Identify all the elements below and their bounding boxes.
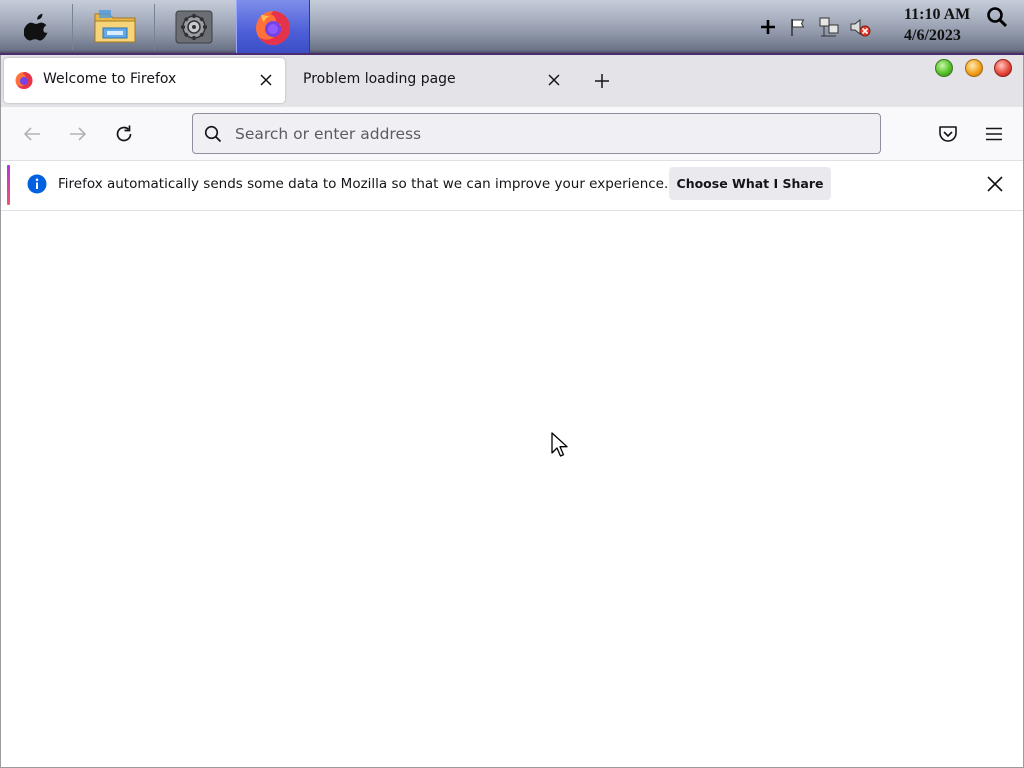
- tab-title: Welcome to Firefox: [43, 71, 177, 87]
- choose-what-i-share-button[interactable]: Choose What I Share: [669, 167, 831, 200]
- search-icon: [987, 7, 1008, 28]
- tab-close-button[interactable]: [256, 70, 276, 90]
- tab-close-button[interactable]: [544, 70, 564, 90]
- gear-icon: [175, 10, 213, 43]
- volume-muted-icon: [850, 18, 871, 36]
- apple-menu-button[interactable]: [6, 0, 68, 53]
- pocket-icon: [939, 126, 957, 142]
- tab-problem-loading-page[interactable]: Problem loading page: [289, 58, 577, 103]
- search-icon: [203, 124, 223, 144]
- close-icon: [260, 74, 272, 86]
- file-explorer-button[interactable]: [78, 0, 152, 53]
- tab-title: Problem loading page: [303, 71, 456, 87]
- pocket-button[interactable]: [934, 120, 962, 148]
- clock-time: 11:10 AM: [904, 6, 971, 23]
- flag-icon: [791, 18, 805, 36]
- reload-button[interactable]: [110, 120, 138, 148]
- taskbar-separator: [154, 4, 155, 50]
- add-tray-button[interactable]: [758, 0, 778, 53]
- close-icon: [548, 74, 560, 86]
- taskbar-search-button[interactable]: [984, 4, 1010, 30]
- window-maximize-button[interactable]: [935, 59, 953, 77]
- network-icon: [819, 17, 839, 36]
- info-icon: [27, 174, 47, 194]
- window-minimize-button[interactable]: [965, 59, 983, 77]
- folder-icon: [94, 9, 136, 42]
- os-taskbar: 11:10 AM 4/6/2023: [0, 0, 1024, 55]
- navigation-toolbar: [1, 107, 1023, 161]
- app-menu-button[interactable]: [980, 120, 1008, 148]
- system-clock[interactable]: 11:10 AM 4/6/2023: [904, 4, 984, 46]
- close-icon: [987, 176, 1003, 192]
- firefox-favicon-icon: [15, 72, 33, 89]
- reload-icon: [116, 125, 132, 142]
- plus-icon: [595, 74, 609, 88]
- notification-message: Firefox automatically sends some data to…: [58, 176, 669, 192]
- new-tab-button[interactable]: [590, 69, 614, 93]
- window-close-button[interactable]: [994, 59, 1012, 77]
- volume-tray-button[interactable]: [848, 0, 872, 53]
- address-bar[interactable]: [192, 113, 881, 154]
- notification-close-button[interactable]: [984, 173, 1006, 195]
- forward-button[interactable]: [64, 120, 92, 148]
- tab-welcome-to-firefox[interactable]: Welcome to Firefox: [4, 58, 285, 103]
- arrow-left-icon: [23, 127, 40, 141]
- hamburger-menu-icon: [986, 127, 1002, 141]
- apple-icon: [24, 13, 48, 40]
- clock-date: 4/6/2023: [904, 27, 961, 44]
- data-collection-notification-bar: Firefox automatically sends some data to…: [7, 163, 1019, 207]
- firefox-icon: [256, 10, 290, 45]
- action-center-tray-button[interactable]: [788, 0, 810, 53]
- arrow-right-icon: [70, 127, 87, 141]
- page-content-area[interactable]: [1, 211, 1023, 766]
- notification-accent-strip: [7, 165, 10, 205]
- tab-strip: Welcome to Firefox Problem loading page: [1, 55, 1023, 107]
- network-tray-button[interactable]: [817, 0, 841, 53]
- address-input[interactable]: [235, 122, 855, 146]
- mouse-cursor-icon: [551, 432, 568, 457]
- taskbar-separator: [72, 4, 73, 50]
- firefox-taskbar-button[interactable]: [236, 0, 310, 53]
- firefox-window: Welcome to Firefox Problem loading page: [0, 55, 1024, 768]
- plus-icon: [761, 19, 775, 34]
- system-settings-button[interactable]: [156, 0, 232, 53]
- back-button[interactable]: [18, 120, 46, 148]
